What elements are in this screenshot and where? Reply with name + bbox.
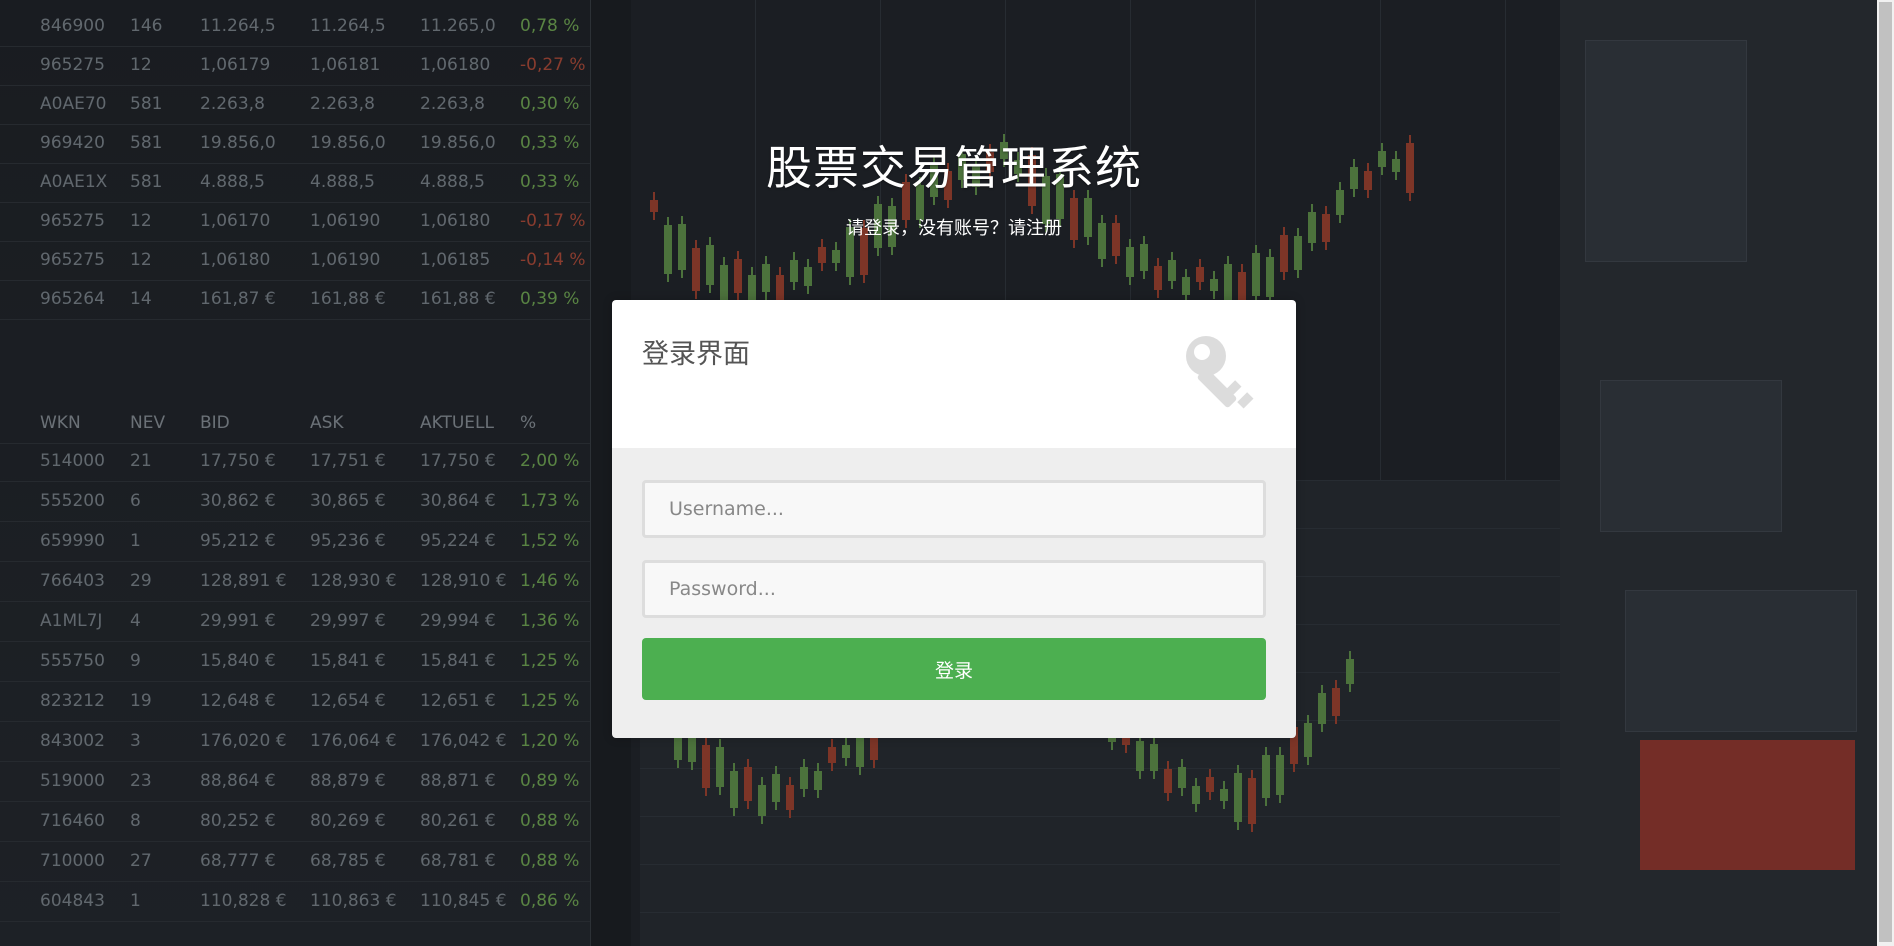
page-title: 股票交易管理系统 [766,141,1142,195]
register-link[interactable]: 请注册 [1008,218,1062,239]
username-input[interactable] [642,480,1266,538]
login-page: 846900 146 11.264,5 11.264,5 11.265,0 0,78 % 9… [0,0,1894,946]
password-input[interactable] [642,560,1266,618]
page-scrollbar[interactable] [1877,0,1894,946]
login-form-heading: 登录界面 [642,339,750,370]
login-prompt: 请登录，没有账号？请注册 [612,214,1296,240]
login-form-box: 登录界面 登录 [612,300,1296,738]
login-form-header: 登录界面 [612,300,1296,448]
page-header: 股票交易管理系统 请登录，没有账号？请注册 [612,132,1296,240]
login-form-body: 登录 [612,448,1296,738]
login-button[interactable]: 登录 [642,638,1266,700]
key-icon [1186,336,1254,409]
page-scrollbar-thumb[interactable] [1879,2,1892,942]
login-prompt-text: 请登录，没有账号？ [846,218,1008,239]
